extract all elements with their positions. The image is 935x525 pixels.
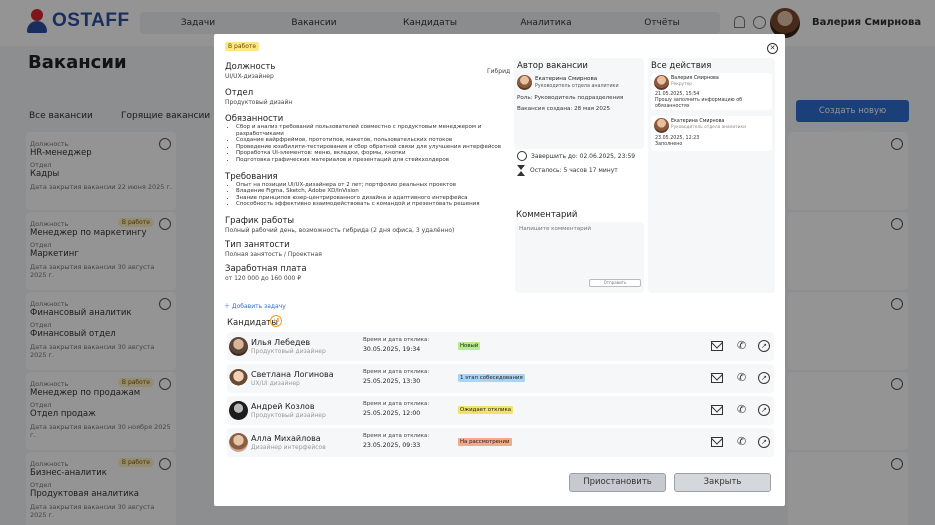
close-vacancy-button[interactable]: Закрыть xyxy=(674,473,771,492)
mail-icon[interactable] xyxy=(711,437,723,447)
schedule-value: Полный рабочий день, возможность гибрида… xyxy=(225,226,455,234)
candidate-avatar xyxy=(229,369,248,388)
author-role: Руководитель отдела аналитики xyxy=(535,84,619,89)
position-value: UI/UX-дизайнер xyxy=(225,73,274,80)
close-icon[interactable]: ✕ xyxy=(767,43,778,54)
activity-heading: Все действия xyxy=(651,61,712,71)
add-task-link[interactable]: ＋ Добавить задачу xyxy=(224,301,286,310)
activity-item: Валерия Смирнова Рекрутер 21.05.2025, 15… xyxy=(651,73,772,110)
candidates-count-badge[interactable]: +5 xyxy=(270,315,282,327)
comment-heading: Комментарий xyxy=(516,210,578,220)
department-heading: Отдел xyxy=(225,88,254,98)
candidate-row[interactable]: Илья Лебедев Продуктовый дизайнер Время … xyxy=(227,332,774,361)
alarm-clock-icon xyxy=(517,151,527,161)
duty-item: Подготовка графических материалов и през… xyxy=(236,157,510,164)
candidate-row[interactable]: Светлана Логинова UX/UI дизайнер Время и… xyxy=(227,364,774,393)
requirements-list: Опыт на позиции UI/UX-дизайнера от 2 лет… xyxy=(225,182,510,208)
remaining-text: Осталось: 5 часов 17 минут xyxy=(530,167,618,174)
open-candidate-icon[interactable]: ↗ xyxy=(758,372,770,384)
vacancy-created: Вакансия создана: 28 мая 2025 xyxy=(517,106,611,112)
deadline-row: Завершить до: 02.06.2025, 23:59 xyxy=(517,151,635,161)
hourglass-icon xyxy=(517,165,526,176)
duties-heading: Обязанности xyxy=(225,114,284,124)
candidate-status-badge: Ожидает отклика xyxy=(458,406,514,414)
author-heading: Автор вакансии xyxy=(517,61,588,71)
candidate-avatar xyxy=(229,433,248,452)
phone-icon[interactable]: ✆ xyxy=(737,372,746,384)
phone-icon[interactable]: ✆ xyxy=(737,340,746,352)
open-candidate-icon[interactable]: ↗ xyxy=(758,436,770,448)
salary-value: от 120 000 до 160 000 ₽ xyxy=(225,274,302,282)
send-comment-button[interactable]: Отправить xyxy=(589,279,641,287)
candidate-avatar xyxy=(229,337,248,356)
activity-avatar xyxy=(654,118,669,133)
requirement-item: Владение Figma, Sketch, Adobe XD/InVisio… xyxy=(236,188,510,195)
author-name: Екатерина Смирнова xyxy=(535,76,598,82)
schedule-heading: График работы xyxy=(225,215,295,226)
candidate-status-badge: Новый xyxy=(458,342,481,350)
position-heading: Должность xyxy=(225,62,276,72)
candidate-status-badge: На рассмотрении xyxy=(458,438,512,446)
employment-value: Полная занятость / Проектная xyxy=(225,250,322,258)
deadline-text: Завершить до: 02.06.2025, 23:59 xyxy=(531,152,636,160)
work-format: Гибрид xyxy=(487,68,511,75)
salary-heading: Заработная плата xyxy=(225,263,307,274)
status-badge: В работе xyxy=(225,42,260,51)
mail-icon[interactable] xyxy=(711,405,723,415)
employment-heading: Тип занятости xyxy=(225,239,290,250)
candidate-avatar xyxy=(229,401,248,420)
duty-item: Проработка UI-элементов: меню, вкладки, … xyxy=(236,150,510,157)
requirements-heading: Требования xyxy=(225,171,278,182)
author-panel: Автор вакансии Екатерина Смирнова Руково… xyxy=(514,58,644,149)
mail-icon[interactable] xyxy=(711,373,723,383)
author-avatar xyxy=(517,75,532,90)
candidate-row[interactable]: Алла Михайлова Дизайнер интерфейсов Врем… xyxy=(227,428,774,457)
author-role-line: Роль: Руководитель подразделения xyxy=(517,95,624,101)
department-value: Продуктовый дизайн xyxy=(225,99,293,106)
vacancy-modal: ✕ В работе Должность UI/UX-дизайнер Отде… xyxy=(214,34,785,506)
remaining-row: Осталось: 5 часов 17 минут xyxy=(517,165,618,176)
open-candidate-icon[interactable]: ↗ xyxy=(758,340,770,352)
phone-icon[interactable]: ✆ xyxy=(737,436,746,448)
activity-avatar xyxy=(654,75,669,90)
comment-input[interactable] xyxy=(519,226,640,274)
open-candidate-icon[interactable]: ↗ xyxy=(758,404,770,416)
comment-panel: Отправить xyxy=(515,222,644,293)
activity-panel: Все действия Валерия Смирнова Рекрутер 2… xyxy=(648,58,775,293)
candidate-status-badge: 1 этап собеседования xyxy=(458,374,525,382)
vacancy-details: Должность UI/UX-дизайнер Отдел Продуктов… xyxy=(225,61,510,282)
requirement-item: Способность эффективно взаимодействовать… xyxy=(236,201,510,208)
duty-item: Проведение юзабилити-тестирования и сбор… xyxy=(236,144,510,151)
pause-vacancy-button[interactable]: Приостановить xyxy=(569,473,666,492)
duty-item: Создание вайрфреймов, прототипов, макето… xyxy=(236,137,510,144)
phone-icon[interactable]: ✆ xyxy=(737,404,746,416)
requirement-item: Опыт на позиции UI/UX-дизайнера от 2 лет… xyxy=(236,182,510,189)
mail-icon[interactable] xyxy=(711,341,723,351)
duty-item: Сбор и анализ требований пользователей с… xyxy=(236,124,510,137)
activity-item: Екатерина Смирнова Руководитель отдела а… xyxy=(651,116,772,151)
candidate-row[interactable]: Андрей Козлов Продуктовый дизайнер Время… xyxy=(227,396,774,425)
duties-list: Сбор и анализ требований пользователей с… xyxy=(225,124,510,164)
